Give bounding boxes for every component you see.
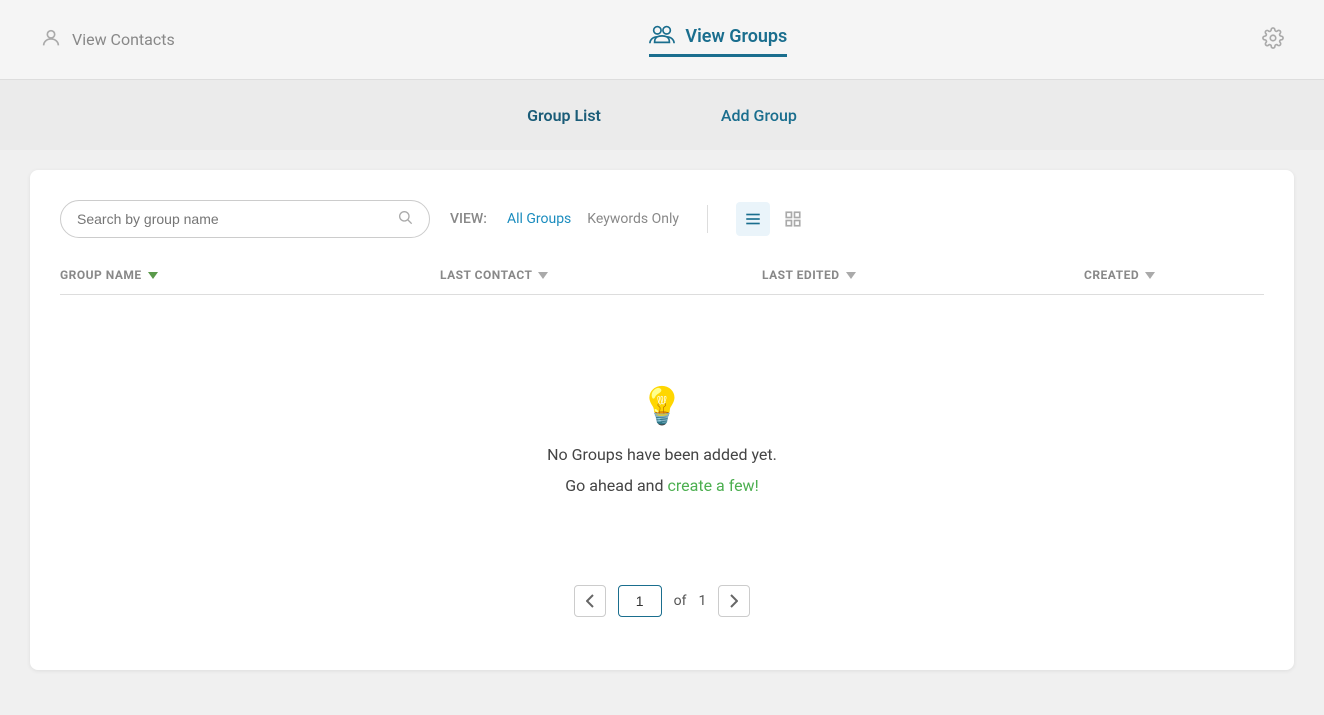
view-toggle <box>736 202 810 236</box>
view-groups-label: View Groups <box>685 26 787 47</box>
all-groups-option[interactable]: All Groups <box>507 211 571 227</box>
pagination: of 1 <box>60 555 1264 617</box>
view-groups-nav[interactable]: View Groups <box>649 23 787 57</box>
toolbar-divider <box>707 205 708 233</box>
list-view-button[interactable] <box>736 202 770 236</box>
gear-icon <box>1262 34 1284 53</box>
tab-group-list[interactable]: Group List <box>467 96 661 135</box>
sub-navigation: Group List Add Group <box>0 80 1324 150</box>
col-header-last-edited[interactable]: LAST EDITED <box>762 268 1084 282</box>
sort-arrow-last-edited <box>846 272 856 279</box>
next-page-button[interactable] <box>718 585 750 617</box>
lightbulb-icon: 💡 <box>640 385 685 427</box>
col-header-last-contact[interactable]: LAST CONTACT <box>440 268 762 282</box>
search-box[interactable] <box>60 200 430 238</box>
prev-page-button[interactable] <box>574 585 606 617</box>
settings-button[interactable] <box>1262 27 1284 53</box>
keywords-only-option[interactable]: Keywords Only <box>587 211 679 227</box>
view-options: All Groups Keywords Only <box>507 211 679 227</box>
search-input[interactable] <box>77 211 387 227</box>
main-content: VIEW: All Groups Keywords Only <box>0 150 1324 690</box>
sort-arrow-last-contact <box>538 272 548 279</box>
view-label: VIEW: <box>450 211 487 227</box>
total-pages-label: 1 <box>698 593 706 609</box>
search-icon <box>397 209 413 229</box>
view-contacts-label: View Contacts <box>72 30 175 49</box>
sort-arrow-group-name <box>148 272 158 279</box>
table-header: GROUP NAME LAST CONTACT LAST EDITED CREA… <box>60 268 1264 295</box>
create-few-link[interactable]: create a few! <box>668 476 759 495</box>
people-icon <box>649 23 675 50</box>
page-of-label: of <box>674 593 687 609</box>
view-contacts-nav[interactable]: View Contacts <box>40 27 175 53</box>
grid-view-button[interactable] <box>776 202 810 236</box>
sort-arrow-created <box>1145 272 1155 279</box>
empty-message: No Groups have been added yet. <box>547 445 777 464</box>
page-number-input[interactable] <box>618 585 662 617</box>
col-header-created[interactable]: CREATED <box>1084 268 1264 282</box>
tab-add-group[interactable]: Add Group <box>661 96 857 135</box>
person-icon <box>40 27 62 53</box>
empty-state: 💡 No Groups have been added yet. Go ahea… <box>60 305 1264 555</box>
top-navigation: View Contacts View Groups <box>0 0 1324 80</box>
toolbar: VIEW: All Groups Keywords Only <box>60 200 1264 238</box>
groups-card: VIEW: All Groups Keywords Only <box>30 170 1294 670</box>
empty-sub-message: Go ahead and create a few! <box>565 476 758 495</box>
col-header-group-name[interactable]: GROUP NAME <box>60 268 440 282</box>
